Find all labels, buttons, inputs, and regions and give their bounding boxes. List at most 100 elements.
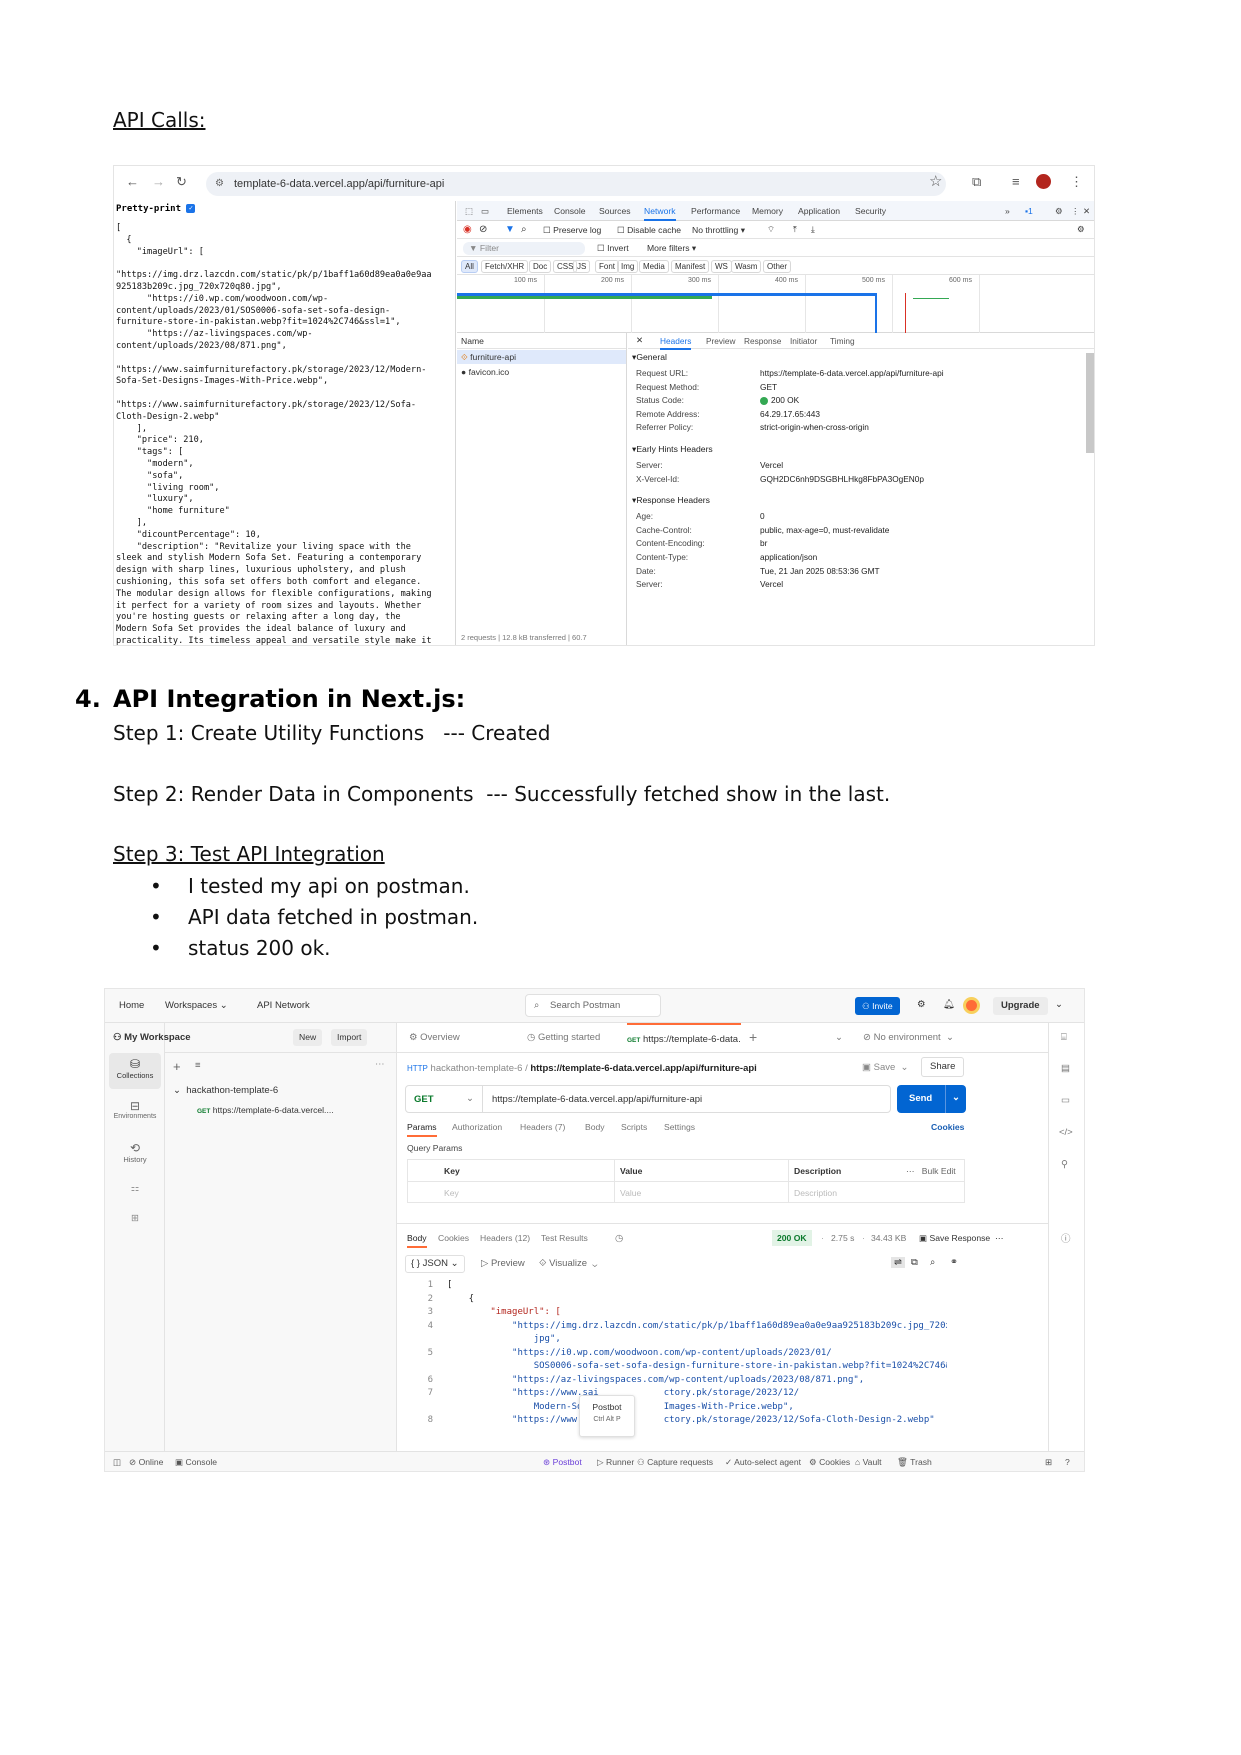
footer-trash[interactable]: 🗑︎ Trash bbox=[897, 1457, 932, 1468]
filter-chip-font[interactable]: Font bbox=[595, 260, 620, 273]
cookies-link[interactable]: Cookies bbox=[931, 1122, 964, 1132]
filter-chip-manifest[interactable]: Manifest bbox=[671, 260, 710, 273]
tab-overview[interactable]: ⚙ Overview bbox=[409, 1032, 460, 1043]
online-status[interactable]: ⊘ Online bbox=[129, 1457, 163, 1468]
bookmark-star-icon[interactable]: ☆ bbox=[929, 172, 942, 190]
filter-chip-doc[interactable]: Doc bbox=[529, 260, 552, 273]
settings-gear-icon[interactable]: ⚙ bbox=[917, 999, 926, 1010]
chevron-down-icon[interactable]: ⌄ bbox=[952, 1092, 960, 1103]
req-tab-headers[interactable]: Headers (7) bbox=[520, 1122, 565, 1132]
description-input[interactable]: Description bbox=[794, 1188, 837, 1198]
forward-icon[interactable]: → bbox=[152, 174, 165, 189]
tabs-menu-icon[interactable]: ⌄ bbox=[835, 1032, 843, 1043]
status-badge[interactable]: 200 OK bbox=[772, 1230, 812, 1246]
save-response-button[interactable]: ▣ Save Response ⋯ bbox=[919, 1233, 1004, 1244]
comments-icon[interactable]: ▭ bbox=[1061, 1095, 1070, 1106]
tab-active-request[interactable]: GET https://template-6-data. bbox=[627, 1023, 741, 1053]
footer-auto-select-agent[interactable]: ✓ Auto-select agent bbox=[725, 1457, 801, 1468]
devtools-tab-security[interactable]: Security bbox=[855, 206, 886, 216]
request-row-favicon[interactable]: ● favicon.ico bbox=[457, 365, 626, 379]
url-field[interactable]: ⚙ template-6-data.vercel.app/api/furnitu… bbox=[206, 172, 946, 196]
tab-getting-started[interactable]: ◷ Getting started bbox=[527, 1032, 600, 1043]
add-tab-icon[interactable]: + bbox=[749, 1029, 757, 1045]
resp-tab-headers[interactable]: Headers (12) bbox=[480, 1233, 530, 1243]
preserve-log-checkbox[interactable]: ☐ Preserve log bbox=[543, 225, 601, 236]
disable-cache-checkbox[interactable]: ☐ Disable cache bbox=[617, 225, 681, 236]
documentation-icon[interactable]: ▤ bbox=[1061, 1063, 1070, 1074]
extensions-icon[interactable]: ⧉ bbox=[972, 174, 981, 190]
notifications-bell-icon[interactable]: 🔔︎ bbox=[943, 999, 955, 1010]
sidebar-toggle-icon[interactable]: ◫ bbox=[113, 1457, 121, 1468]
download-icon[interactable]: ⤓ bbox=[811, 224, 815, 235]
issues-badge[interactable]: ▪1 bbox=[1025, 206, 1033, 216]
search-input[interactable]: ⌕ Search Postman bbox=[525, 994, 661, 1017]
devtools-tab-sources[interactable]: Sources bbox=[599, 206, 631, 216]
header-section-title[interactable]: ▾Response Headers bbox=[632, 495, 710, 506]
footer-capture-requests[interactable]: ⚇ Capture requests bbox=[637, 1457, 713, 1468]
media-icon[interactable]: ≡ bbox=[1012, 174, 1020, 189]
layout-icon[interactable]: ⊞ bbox=[1045, 1457, 1052, 1468]
upgrade-button[interactable]: Upgrade bbox=[993, 997, 1048, 1015]
throttling-select[interactable]: No throttling ▾ bbox=[692, 225, 745, 236]
link-icon[interactable]: ⚭ bbox=[950, 1257, 958, 1268]
collection-item[interactable]: ⌄ hackathon-template-6 bbox=[173, 1085, 278, 1096]
sidebar-item-collections[interactable]: ⛁ Collections bbox=[109, 1053, 161, 1089]
visualize-button[interactable]: ⟐ Visualize ⌄ bbox=[539, 1258, 597, 1269]
req-tab-body[interactable]: Body bbox=[585, 1122, 605, 1132]
footer-postbot[interactable]: ⊛ Postbot bbox=[543, 1457, 582, 1468]
format-select[interactable]: { } JSON ⌄ bbox=[405, 1255, 465, 1273]
send-button[interactable]: Send ⌄ bbox=[897, 1085, 966, 1113]
add-icon[interactable]: + bbox=[173, 1059, 181, 1074]
code-icon[interactable]: </> bbox=[1059, 1127, 1073, 1138]
filter-chip-other[interactable]: Other bbox=[763, 260, 792, 273]
nav-workspaces[interactable]: Workspaces ⌄ bbox=[165, 1000, 228, 1011]
reload-icon[interactable]: ↻ bbox=[176, 174, 187, 190]
inspect-icon[interactable]: ⬚ bbox=[465, 206, 473, 217]
import-button[interactable]: Import bbox=[331, 1029, 368, 1046]
value-input[interactable]: Value bbox=[620, 1188, 641, 1198]
info-icon[interactable]: ⓘ bbox=[1061, 1231, 1071, 1245]
wrap-lines-icon[interactable]: ⇌ bbox=[891, 1257, 905, 1268]
filter-chip-wasm[interactable]: Wasm bbox=[731, 260, 762, 273]
nav-api-network[interactable]: API Network bbox=[257, 1000, 310, 1011]
chevron-down-icon[interactable]: ⌄ bbox=[466, 1093, 474, 1104]
filter-list-icon[interactable]: ≡ bbox=[195, 1060, 201, 1071]
filter-chip-js[interactable]: JS bbox=[573, 260, 591, 273]
search-response-icon[interactable]: ⌕ bbox=[930, 1257, 935, 1268]
filter-icon[interactable]: ▼ bbox=[505, 224, 515, 235]
sidebar-item-history[interactable]: ⟲ History bbox=[109, 1137, 161, 1173]
api-icon[interactable]: ⌸ bbox=[1061, 1032, 1067, 1043]
response-size[interactable]: 34.43 KB bbox=[871, 1233, 906, 1243]
details-tab-initiator[interactable]: Initiator bbox=[790, 336, 817, 346]
chevron-down-icon[interactable]: ⌄ bbox=[1055, 999, 1063, 1010]
devtools-tab-console[interactable]: Console bbox=[554, 206, 586, 216]
footer-vault[interactable]: ⌂ Vault bbox=[855, 1457, 882, 1467]
workspace-name[interactable]: ⚇ My Workspace bbox=[113, 1032, 191, 1043]
filter-input[interactable]: ▼ Filter bbox=[463, 242, 585, 255]
key-input[interactable]: Key bbox=[444, 1188, 459, 1198]
history-icon[interactable]: ◷ bbox=[615, 1233, 623, 1244]
header-section-title[interactable]: ▾General bbox=[632, 352, 667, 363]
scrollbar-thumb[interactable] bbox=[1086, 353, 1094, 453]
filter-chip-fetchxhr[interactable]: Fetch/XHR bbox=[481, 260, 529, 273]
details-tab-timing[interactable]: Timing bbox=[830, 336, 855, 346]
sidebar-item-environments[interactable]: ⊟ Environments bbox=[109, 1095, 161, 1131]
details-tab-preview[interactable]: Preview bbox=[706, 336, 736, 346]
url-input[interactable]: https://template-6-data.vercel.app/api/f… bbox=[492, 1094, 702, 1105]
close-details-icon[interactable]: ✕ bbox=[636, 335, 643, 346]
new-button[interactable]: New bbox=[293, 1029, 323, 1046]
nav-home[interactable]: Home bbox=[119, 1000, 144, 1011]
filter-chip-media[interactable]: Media bbox=[639, 260, 669, 273]
devtools-tab-application[interactable]: Application bbox=[798, 206, 840, 216]
related-icon[interactable]: ⚲ bbox=[1061, 1159, 1068, 1170]
environment-select[interactable]: ⊘ No environment ⌄ bbox=[863, 1032, 954, 1043]
help-icon[interactable]: ? bbox=[1065, 1457, 1070, 1467]
more-tabs-icon[interactable]: » bbox=[1005, 206, 1010, 216]
req-tab-scripts[interactable]: Scripts bbox=[621, 1122, 647, 1132]
details-tab-response[interactable]: Response bbox=[744, 336, 781, 346]
network-settings-icon[interactable]: ⚙ bbox=[1077, 224, 1085, 235]
more-filters-select[interactable]: More filters ▾ bbox=[647, 243, 696, 254]
filter-chip-img[interactable]: Img bbox=[617, 260, 639, 273]
console-button[interactable]: ▣ Console bbox=[175, 1457, 217, 1468]
preview-button[interactable]: ▷ Preview bbox=[481, 1258, 525, 1269]
